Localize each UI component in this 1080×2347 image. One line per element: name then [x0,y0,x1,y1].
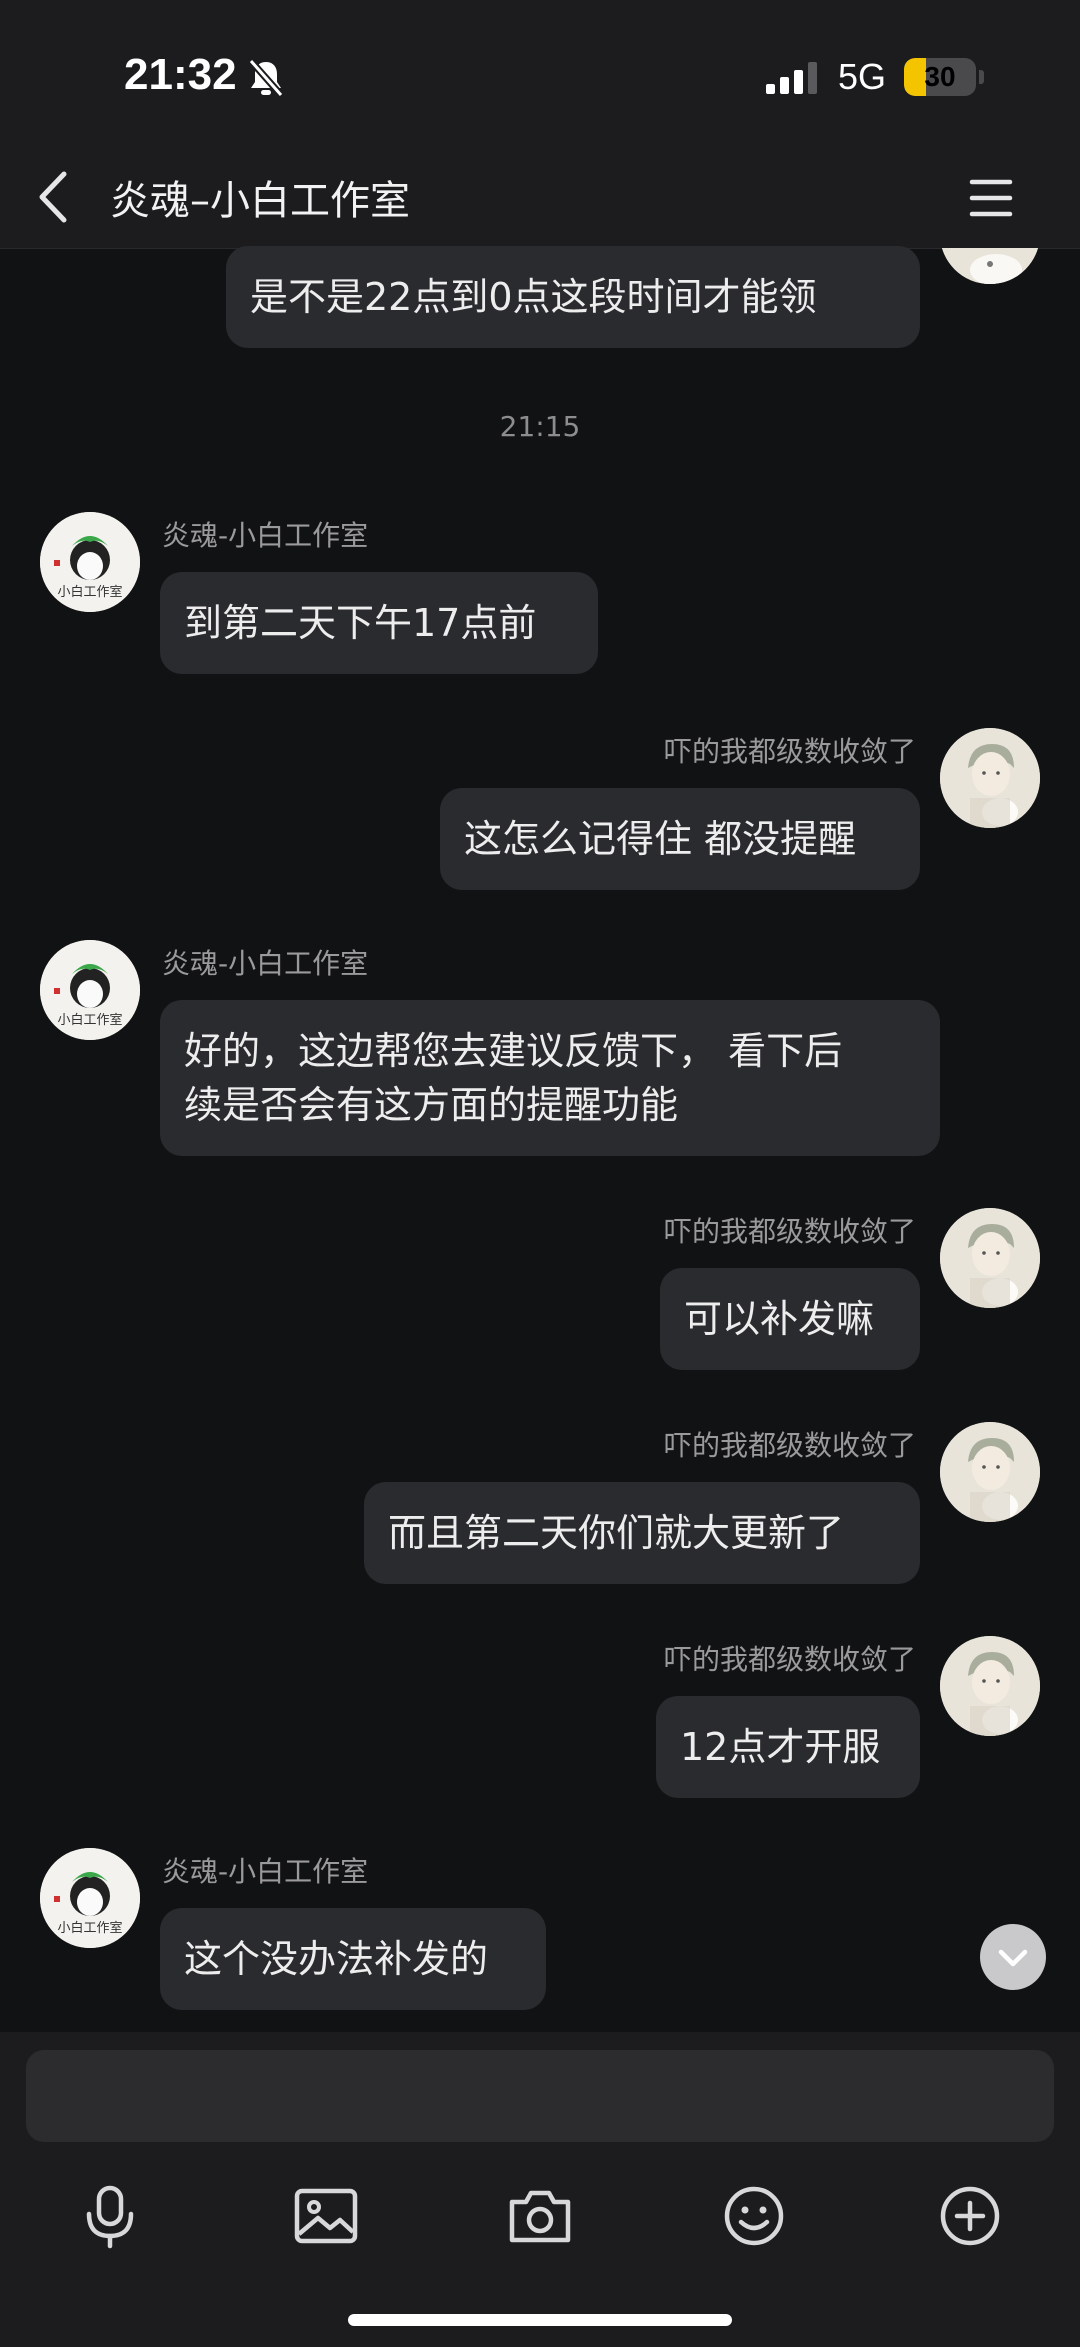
camera-icon[interactable] [504,2180,576,2252]
message-text: 是不是22点到0点这段时间才能领 [250,275,817,319]
image-icon[interactable] [290,2180,362,2252]
input-area [0,2032,1080,2347]
avatar-user[interactable] [940,1422,1040,1522]
battery-indicator: 30 [904,58,976,96]
status-bar: 21:32 5G 30 [0,0,1080,150]
chevron-down-icon [998,1949,1028,1967]
message-text: 到第二天下午17点前 [184,601,537,645]
sender-name: 炎魂-小白工作室 [162,519,369,552]
battery-nub [979,70,984,84]
menu-icon[interactable] [966,172,1016,224]
sender-name: 炎魂-小白工作室 [162,947,369,980]
network-type: 5G [838,56,887,97]
chat-header: 炎魂–小白工作室 [0,150,1080,249]
avatar-studio[interactable]: 小白工作室 [40,1848,140,1948]
avatar-studio[interactable]: 小白工作室 [40,940,140,1040]
scroll-to-bottom-button[interactable] [980,1924,1046,1990]
message-text: 这怎么记得住 都没提醒 [464,817,857,861]
sender-name: 炎魂-小白工作室 [162,1855,369,1888]
message-bubble[interactable]: 12点才开服 [656,1696,920,1798]
avatar-studio[interactable]: 小白工作室 [40,512,140,612]
avatar-user[interactable] [940,1208,1040,1308]
home-indicator[interactable] [348,2314,732,2326]
message-input[interactable] [26,2050,1054,2142]
avatar-user[interactable] [940,728,1040,828]
bell-slash-icon [248,58,284,98]
message-bubble[interactable]: 而且第二天你们就大更新了 [364,1482,920,1584]
avatar-studio-text: 小白工作室 [57,1920,122,1936]
message-bubble[interactable]: 是不是22点到0点这段时间才能领 [226,246,920,348]
emoji-icon[interactable] [718,2180,790,2252]
message-text-line: 续是否会有这方面的提醒功能 [184,1083,679,1127]
message-bubble[interactable]: 到第二天下午17点前 [160,572,598,674]
message-bubble[interactable]: 可以补发嘛 [660,1268,920,1370]
signal-icon [766,62,817,94]
sender-name: 吓的我都级数收敛了 [663,1643,916,1676]
message-text: 12点才开服 [680,1725,881,1769]
message-text: 而且第二天你们就大更新了 [388,1511,845,1555]
status-time: 21:32 [124,50,237,99]
message-text: 可以补发嘛 [684,1297,875,1341]
avatar-user[interactable] [940,1636,1040,1736]
sender-name: 吓的我都级数收敛了 [663,1429,916,1462]
microphone-icon[interactable] [74,2180,146,2252]
back-arrow-icon[interactable] [30,164,80,230]
message-text: 这个没办法补发的 [184,1937,489,1981]
time-divider: 21:15 [499,410,581,443]
message-bubble[interactable]: 这个没办法补发的 [160,1908,546,2010]
sender-name: 吓的我都级数收敛了 [663,735,916,768]
battery-level: 30 [924,61,956,92]
message-bubble[interactable]: 好的，这边帮您去建议反馈下， 看下后 续是否会有这方面的提醒功能 [160,1000,940,1156]
sender-name: 吓的我都级数收敛了 [663,1215,916,1248]
message-bubble[interactable]: 这怎么记得住 都没提醒 [440,788,920,890]
chat-title: 炎魂–小白工作室 [110,178,410,224]
avatar-studio-text: 小白工作室 [57,1012,122,1028]
avatar-studio-text: 小白工作室 [57,584,122,600]
message-text-line: 好的，这边帮您去建议反馈下， 看下后 [184,1029,843,1073]
plus-icon[interactable] [934,2180,1006,2252]
